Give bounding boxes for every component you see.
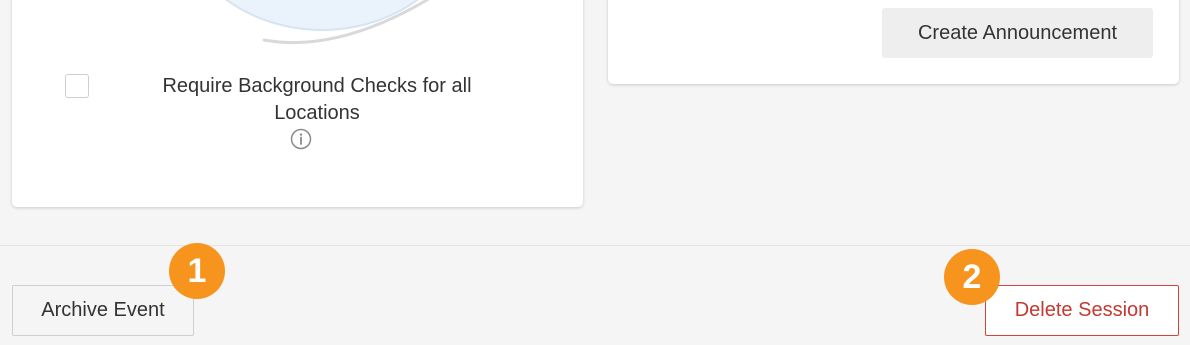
settings-card: Require Background Checks for all Locati…	[12, 0, 583, 207]
callout-badge-1: 1	[169, 243, 225, 299]
callout-badge-2: 2	[944, 249, 1000, 305]
archive-event-button[interactable]: Archive Event	[12, 285, 194, 336]
footer-divider	[0, 245, 1190, 246]
delete-session-button[interactable]: Delete Session	[985, 285, 1179, 336]
announcement-card: Create Announcement	[608, 0, 1179, 84]
background-check-checkbox[interactable]	[65, 74, 89, 98]
circle-illustration	[225, 0, 430, 45]
background-check-label: Require Background Checks for all Locati…	[162, 75, 472, 124]
info-circle-icon[interactable]	[290, 128, 312, 150]
create-announcement-button[interactable]: Create Announcement	[882, 8, 1153, 58]
